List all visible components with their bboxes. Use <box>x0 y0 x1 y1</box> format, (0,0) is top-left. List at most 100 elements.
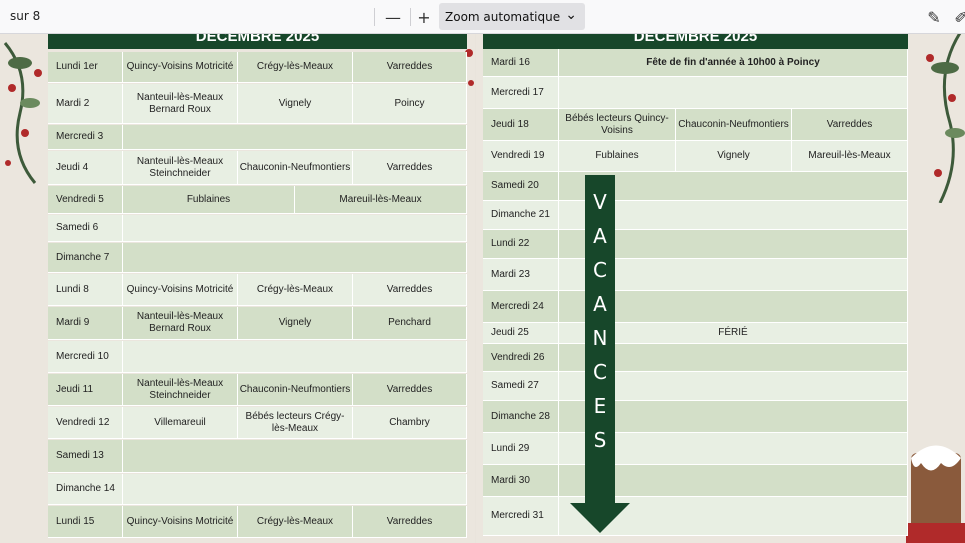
location-cell <box>559 77 908 109</box>
location-cell: Nanteuil-lès-Meaux Bernard Roux <box>123 84 238 124</box>
location-cell: Chauconin-Neufmontiers <box>238 374 353 406</box>
day-cell: Mercredi 24 <box>483 291 559 323</box>
zoom-select-value: Zoom automatique <box>445 10 561 24</box>
holly-decoration-icon <box>3 42 42 184</box>
location-cell: Crégy-lès-Meaux <box>238 274 353 306</box>
location-cell: Chambry <box>353 407 467 439</box>
table-row: Dimanche 14 <box>48 474 467 505</box>
location-cell <box>123 243 467 273</box>
day-cell: Jeudi 11 <box>48 374 123 406</box>
day-cell: Vendredi 12 <box>48 407 123 439</box>
location-cell: Mareuil-lès-Meaux <box>295 186 467 214</box>
day-cell: Mercredi 17 <box>483 77 559 109</box>
vacances-letter: C <box>593 360 607 384</box>
day-cell: Jeudi 25 <box>483 323 559 344</box>
location-cell: Varreddes <box>353 506 467 538</box>
arrow-down-icon <box>570 503 630 533</box>
toolbar-separator <box>374 8 375 26</box>
vacances-letter: A <box>593 224 607 248</box>
location-cell: Varreddes <box>792 109 908 141</box>
location-cell <box>123 474 467 505</box>
vacances-letter: C <box>593 258 607 282</box>
right-month-header: DECEMBRE 2025 <box>483 33 908 49</box>
table-row: Lundi 8 Quincy-Voisins Motricité Crégy-lès… <box>48 274 467 306</box>
day-cell: Vendredi 5 <box>48 186 123 214</box>
table-row: Samedi 13 <box>48 440 467 473</box>
location-cell: Crégy-lès-Meaux <box>238 52 353 83</box>
location-cell: Crégy-lès-Meaux <box>238 506 353 538</box>
day-cell: Lundi 1er <box>48 52 123 83</box>
day-cell: Jeudi 18 <box>483 109 559 141</box>
table-row: Vendredi 26 <box>483 344 908 372</box>
day-cell: Mercredi 10 <box>48 341 123 373</box>
table-row: Mardi 2 Nanteuil-lès-Meaux Bernard Roux Vi… <box>48 84 467 124</box>
table-row: Jeudi 25 FÉRIÉ <box>483 323 908 344</box>
table-row: Jeudi 11 Nanteuil-lès-Meaux Steinchneider… <box>48 374 467 406</box>
table-row: Mardi 23 <box>483 259 908 291</box>
draw-icon[interactable]: ✐ <box>950 6 965 28</box>
location-cell: Varreddes <box>353 151 467 185</box>
location-cell: Varreddes <box>353 52 467 83</box>
location-cell: Chauconin-Neufmontiers <box>238 151 353 185</box>
day-cell: Mardi 9 <box>48 307 123 340</box>
day-cell: Dimanche 21 <box>483 201 559 230</box>
location-cell: Fublaines <box>559 141 676 172</box>
left-month-header: DECEMBRE 2025 <box>48 33 467 49</box>
table-row: Dimanche 28 <box>483 401 908 433</box>
day-cell: Samedi 27 <box>483 372 559 401</box>
table-row: Mardi 9 Nanteuil-lès-Meaux Bernard Roux Vi… <box>48 307 467 340</box>
edit-text-icon[interactable]: ✎ <box>923 6 945 28</box>
location-cell: Quincy-Voisins Motricité <box>123 506 238 538</box>
location-cell: Villemareuil <box>123 407 238 439</box>
table-row: Vendredi 5 Fublaines Mareuil-lès-Meaux <box>48 186 467 214</box>
day-cell: Mercredi 31 <box>483 497 559 536</box>
location-cell <box>123 341 467 373</box>
table-row: Vendredi 12 Villemareuil Bébés lecteurs Cr… <box>48 407 467 439</box>
table-row: Lundi 29 <box>483 433 908 465</box>
zoom-select[interactable]: Zoom automatique ⌄ <box>439 3 585 30</box>
table-row: Jeudi 4 Nanteuil-lès-Meaux Steinchneider C… <box>48 151 467 185</box>
location-cell: Nanteuil-lès-Meaux Steinchneider <box>123 374 238 406</box>
day-cell: Dimanche 14 <box>48 474 123 505</box>
table-row: Dimanche 21 <box>483 201 908 230</box>
day-cell: Jeudi 4 <box>48 151 123 185</box>
pdf-toolbar: sur 8 — + Zoom automatique ⌄ ✎ ✐ <box>0 0 965 34</box>
table-row: Mardi 16 Fête de fin d'année à 10h00 à Po… <box>483 49 908 77</box>
location-cell: Fublaines <box>123 186 295 214</box>
table-row: Samedi 20 <box>483 172 908 201</box>
table-row: Mardi 30 <box>483 465 908 497</box>
location-cell: Poincy <box>353 84 467 124</box>
day-cell: Dimanche 28 <box>483 401 559 433</box>
vacances-letter: E <box>593 394 607 418</box>
location-cell: Vignely <box>676 141 792 172</box>
location-cell: Quincy-Voisins Motricité <box>123 52 238 83</box>
table-row: Mercredi 3 <box>48 125 467 150</box>
location-cell <box>123 215 467 242</box>
toolbar-separator <box>410 8 411 26</box>
location-cell: Nanteuil-lès-Meaux Steinchneider <box>123 151 238 185</box>
location-cell: Mareuil-lès-Meaux <box>792 141 908 172</box>
day-cell: Mardi 30 <box>483 465 559 497</box>
table-row: Mercredi 24 <box>483 291 908 323</box>
day-cell: Vendredi 26 <box>483 344 559 372</box>
day-cell: Mardi 2 <box>48 84 123 124</box>
table-row: Samedi 27 <box>483 372 908 401</box>
day-cell: Mardi 16 <box>483 49 559 77</box>
holly-decoration-icon <box>926 33 965 203</box>
zoom-out-button[interactable]: — <box>382 6 404 28</box>
location-cell: Penchard <box>353 307 467 340</box>
day-cell: Lundi 8 <box>48 274 123 306</box>
table-row: Lundi 1er Quincy-Voisins Motricité Crégy-l… <box>48 52 467 83</box>
table-row: Mercredi 31 <box>483 497 908 536</box>
zoom-in-button[interactable]: + <box>413 6 435 28</box>
location-cell <box>123 125 467 150</box>
day-cell: Lundi 29 <box>483 433 559 465</box>
table-row: Lundi 22 <box>483 230 908 259</box>
day-cell: Mercredi 3 <box>48 125 123 150</box>
location-cell: Varreddes <box>353 274 467 306</box>
vacances-letter: N <box>592 326 608 350</box>
day-cell: Samedi 13 <box>48 440 123 473</box>
location-cell: Varreddes <box>353 374 467 406</box>
location-cell: Vignely <box>238 84 353 124</box>
location-cell: Chauconin-Neufmontiers <box>676 109 792 141</box>
